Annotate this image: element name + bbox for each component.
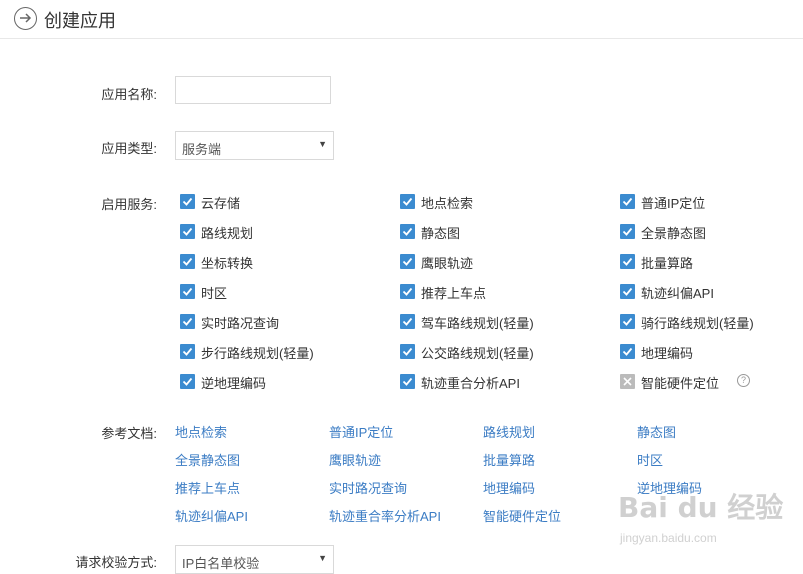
checkbox-checked-icon[interactable] (180, 344, 195, 359)
help-icon[interactable]: ? (737, 374, 750, 387)
checkbox-checked-icon[interactable] (180, 224, 195, 239)
service-label: 普通IP定位 (641, 196, 706, 211)
checkbox-checked-icon[interactable] (180, 374, 195, 389)
app-name-input[interactable] (175, 76, 331, 104)
checkbox-checked-icon[interactable] (400, 194, 415, 209)
checkbox-checked-icon[interactable] (400, 344, 415, 359)
doc-link[interactable]: 静态图 (637, 422, 676, 441)
back-arrow-icon[interactable] (14, 7, 37, 30)
service-label: 地理编码 (641, 346, 694, 361)
verify-method-select[interactable]: IP白名单校验 ▼ (175, 545, 334, 574)
service-label: 批量算路 (641, 256, 694, 271)
service-label: 逆地理编码 (201, 376, 267, 391)
service-label: 骑行路线规划(轻量) (641, 316, 754, 331)
doc-link[interactable]: 鹰眼轨迹 (329, 450, 381, 469)
docs-label: 参考文档: (101, 426, 157, 441)
service-label: 坐标转换 (201, 256, 254, 271)
doc-link[interactable]: 地理编码 (483, 478, 535, 497)
checkbox-checked-icon[interactable] (400, 224, 415, 239)
app-name-label: 应用名称: (101, 87, 157, 102)
doc-link[interactable]: 时区 (637, 450, 663, 469)
checkbox-checked-icon[interactable] (620, 344, 635, 359)
checkbox-checked-icon[interactable] (400, 284, 415, 299)
checkbox-checked-icon[interactable] (180, 194, 195, 209)
doc-link[interactable]: 轨迹重合率分析API (329, 506, 441, 525)
checkbox-checked-icon[interactable] (620, 314, 635, 329)
doc-link[interactable]: 实时路况查询 (329, 478, 407, 497)
services-label: 启用服务: (101, 197, 157, 212)
service-label: 静态图 (421, 226, 461, 241)
doc-link[interactable]: 普通IP定位 (329, 422, 393, 441)
checkbox-checked-icon[interactable] (400, 374, 415, 389)
service-label: 驾车路线规划(轻量) (421, 316, 534, 331)
checkbox-checked-icon[interactable] (400, 254, 415, 269)
doc-link[interactable]: 地点检索 (175, 422, 227, 441)
doc-link[interactable]: 轨迹纠偏API (175, 506, 248, 525)
verify-method-label: 请求校验方式: (75, 555, 157, 570)
service-label: 路线规划 (201, 226, 254, 241)
service-label: 地点检索 (421, 196, 474, 211)
service-label: 鹰眼轨迹 (421, 256, 474, 271)
watermark-main: Bai du 经验 (618, 491, 784, 524)
service-label: 推荐上车点 (421, 286, 487, 301)
doc-link[interactable]: 智能硬件定位 (483, 506, 561, 525)
app-type-select[interactable]: 服务端 ▼ (175, 131, 334, 160)
checkbox-checked-icon[interactable] (180, 284, 195, 299)
page-title: 创建应用 (44, 11, 116, 31)
watermark-sub: jingyan.baidu.com (620, 531, 717, 545)
service-label: 云存储 (201, 196, 241, 211)
doc-link[interactable]: 推荐上车点 (175, 478, 240, 497)
checkbox-disabled-icon[interactable] (620, 374, 635, 389)
app-type-value: 服务端 (182, 142, 222, 157)
doc-link[interactable]: 路线规划 (483, 422, 535, 441)
app-type-label: 应用类型: (101, 141, 157, 156)
service-label: 全景静态图 (641, 226, 707, 241)
service-label: 步行路线规划(轻量) (201, 346, 314, 361)
service-label: 智能硬件定位 (641, 376, 720, 391)
checkbox-checked-icon[interactable] (620, 194, 635, 209)
doc-link[interactable]: 全景静态图 (175, 450, 240, 469)
service-label: 轨迹纠偏API (641, 286, 714, 301)
watermark-logo: Bai du 经验 jingyan.baidu.com (618, 486, 788, 562)
checkbox-checked-icon[interactable] (180, 254, 195, 269)
service-label: 实时路况查询 (201, 316, 280, 331)
checkbox-checked-icon[interactable] (620, 224, 635, 239)
checkbox-checked-icon[interactable] (620, 254, 635, 269)
checkbox-checked-icon[interactable] (620, 284, 635, 299)
service-label: 轨迹重合分析API (421, 376, 520, 391)
dropdown-arrow-icon: ▼ (318, 553, 327, 563)
service-label: 时区 (201, 286, 228, 301)
dropdown-arrow-icon: ▼ (318, 139, 327, 149)
doc-link[interactable]: 批量算路 (483, 450, 535, 469)
checkbox-checked-icon[interactable] (400, 314, 415, 329)
checkbox-checked-icon[interactable] (180, 314, 195, 329)
service-label: 公交路线规划(轻量) (421, 346, 534, 361)
page-header: 创建应用 (0, 0, 803, 39)
